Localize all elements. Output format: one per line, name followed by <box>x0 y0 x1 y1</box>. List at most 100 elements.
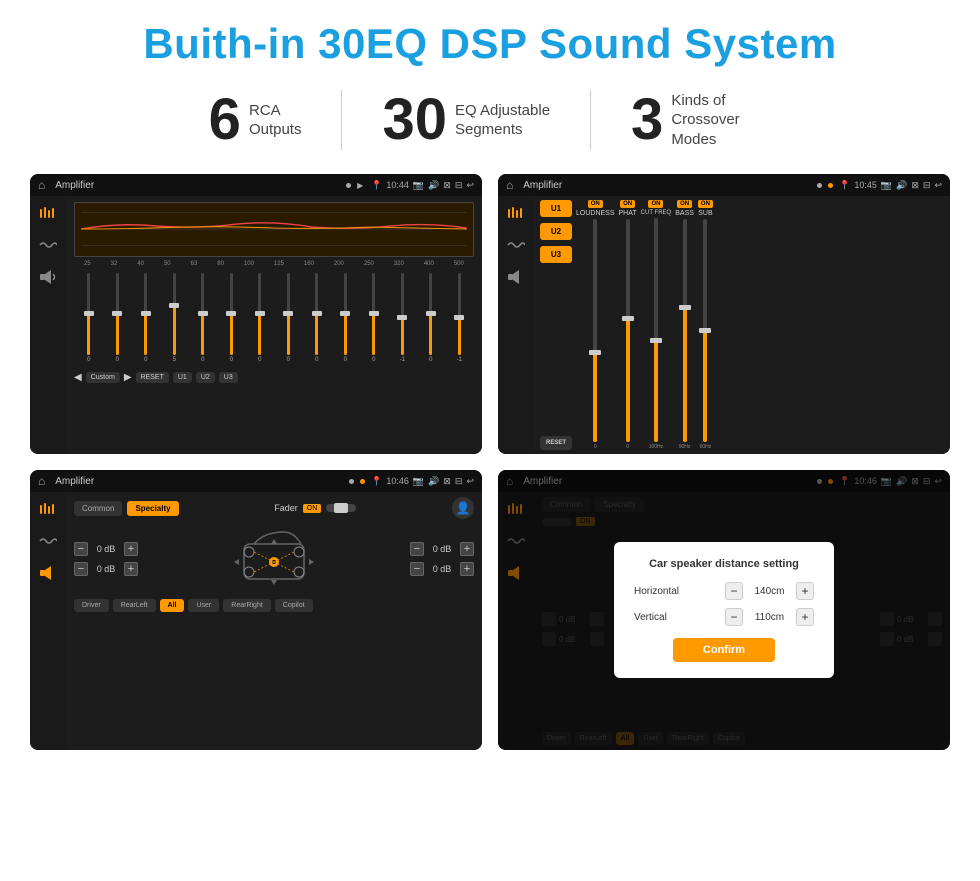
eq-slider-8[interactable]: 0 <box>276 273 302 363</box>
db-control-4: − 0 dB + <box>410 562 474 576</box>
dialog-horizontal-row: Horizontal − 140cm + <box>634 582 814 600</box>
dialog-horizontal-plus[interactable]: + <box>796 582 814 600</box>
eq-slider-10[interactable]: 0 <box>333 273 359 363</box>
cross-sub-slider[interactable] <box>703 219 707 442</box>
eq-bottom-bar: ◀ Custom ▶ RESET U1 U2 U3 <box>74 367 474 387</box>
fader-screen-content: Common Specialty Fader ON 👤 <box>30 492 482 750</box>
fader-back-icon[interactable]: ↩ <box>466 476 474 487</box>
screen-crossover: ⌂ Amplifier 📍 10:45 📷 🔊 ⊠ ⊟ ↩ <box>498 174 950 454</box>
stat-eq: 30 EQ Adjustable Segments <box>342 91 590 149</box>
eq-slider-9[interactable]: 0 <box>304 273 330 363</box>
db-minus-1[interactable]: − <box>74 542 88 556</box>
eq-u1-btn[interactable]: U1 <box>173 372 192 383</box>
back-icon[interactable]: ↩ <box>466 180 474 191</box>
eq-next-btn[interactable]: ▶ <box>124 372 132 383</box>
eq-slider-13[interactable]: 0 <box>418 273 444 363</box>
fader-volume-icon: 🔊 <box>428 476 439 487</box>
crossover-u1-btn[interactable]: U1 <box>540 200 572 217</box>
stat-number-rca: 6 <box>209 91 241 149</box>
eq-slider-2[interactable]: 0 <box>105 273 131 363</box>
fader-specialty-tab[interactable]: Specialty <box>127 501 178 516</box>
cross-phat-slider[interactable] <box>626 219 630 442</box>
fader-eq-icon[interactable] <box>37 500 59 518</box>
dialog-vertical-plus[interactable]: + <box>796 608 814 626</box>
eq-slider-3[interactable]: 0 <box>133 273 159 363</box>
cross-speaker-icon[interactable] <box>505 268 527 286</box>
dialog-horizontal-minus[interactable]: − <box>725 582 743 600</box>
dialog-overlay: Car speaker distance setting Horizontal … <box>498 470 950 750</box>
eq-slider-6[interactable]: 0 <box>219 273 245 363</box>
fader-user-btn[interactable]: User <box>188 599 219 612</box>
db-plus-2[interactable]: + <box>124 562 138 576</box>
cross-sub-on: ON <box>698 200 713 208</box>
cross-loudness-label: LOUDNESS <box>576 210 615 217</box>
fader-driver-btn[interactable]: Driver <box>74 599 109 612</box>
camera-icon: 📷 <box>413 180 424 191</box>
screen-dialog: ⌂ Amplifier 📍 10:46 📷 🔊 ⊠ ⊟ ↩ <box>498 470 950 750</box>
db-plus-1[interactable]: + <box>124 542 138 556</box>
speaker-distance-dialog: Car speaker distance setting Horizontal … <box>614 542 834 678</box>
fader-home-icon[interactable]: ⌂ <box>38 474 45 488</box>
eq-u2-btn[interactable]: U2 <box>196 372 215 383</box>
eq-reset-btn[interactable]: RESET <box>136 372 169 383</box>
db-minus-4[interactable]: − <box>410 562 424 576</box>
screen-fader: ⌂ Amplifier 📍 10:46 📷 🔊 ⊠ ⊟ ↩ <box>30 470 482 750</box>
eq-slider-7[interactable]: 0 <box>247 273 273 363</box>
eq-slider-12[interactable]: -1 <box>390 273 416 363</box>
fader-common-tab[interactable]: Common <box>74 501 122 516</box>
crossover-u3-btn[interactable]: U3 <box>540 246 572 263</box>
fader-dot1 <box>349 479 354 484</box>
crossover-u2-btn[interactable]: U2 <box>540 223 572 240</box>
eq-slider-11[interactable]: 0 <box>361 273 387 363</box>
cross-wave-icon[interactable] <box>505 236 527 254</box>
cross-sub-label: SUB <box>698 210 712 217</box>
cross-status-icons: 📍 10:45 📷 🔊 ⊠ ⊟ ↩ <box>839 180 942 191</box>
fader-wave-icon[interactable] <box>37 532 59 550</box>
eq-slider-1[interactable]: 0 <box>76 273 102 363</box>
dialog-confirm-button[interactable]: Confirm <box>673 638 775 662</box>
battery-icon: ⊟ <box>455 180 463 191</box>
stat-label-rca: RCA Outputs <box>249 101 302 140</box>
waveform-icon[interactable] <box>37 236 59 254</box>
db-plus-4[interactable]: + <box>460 562 474 576</box>
cross-home-icon[interactable]: ⌂ <box>506 178 513 192</box>
cross-loudness-slider[interactable] <box>593 219 597 442</box>
play-icon: ▶ <box>357 181 365 189</box>
eq-slider-4[interactable]: 5 <box>162 273 188 363</box>
dialog-vertical-minus[interactable]: − <box>725 608 743 626</box>
fader-all-btn[interactable]: All <box>160 599 185 612</box>
fader-rearright-btn[interactable]: RearRight <box>223 599 271 612</box>
crossover-reset-btn[interactable]: RESET <box>540 436 572 450</box>
cross-phat-label: PHAT <box>619 210 637 217</box>
screens-grid: ⌂ Amplifier ▶ 📍 10:44 📷 🔊 ⊠ ⊟ ↩ <box>30 174 950 750</box>
fader-bottom-btns: Driver RearLeft All User RearRight Copil… <box>74 599 474 612</box>
db-val-2: 0 dB <box>91 564 121 574</box>
fader-rearleft-btn[interactable]: RearLeft <box>113 599 156 612</box>
eq-custom-btn[interactable]: Custom <box>86 372 120 383</box>
cross-back-icon[interactable]: ↩ <box>934 180 942 191</box>
eq-prev-btn[interactable]: ◀ <box>74 372 82 383</box>
dot-icon <box>346 183 351 188</box>
cross-cutfreq-label: CUT FREQ <box>641 210 672 216</box>
fader-speaker-icon[interactable] <box>37 564 59 582</box>
home-icon[interactable]: ⌂ <box>38 178 45 192</box>
db-control-2: − 0 dB + <box>74 562 138 576</box>
fader-slider-h[interactable] <box>326 504 356 512</box>
db-plus-3[interactable]: + <box>460 542 474 556</box>
cross-bass-slider[interactable] <box>683 219 687 442</box>
dialog-vertical-row: Vertical − 110cm + <box>634 608 814 626</box>
speaker-icon[interactable] <box>37 268 59 286</box>
fader-dot2 <box>360 479 365 484</box>
db-minus-3[interactable]: − <box>410 542 424 556</box>
stat-crossover: 3 Kinds of Crossover Modes <box>591 91 811 150</box>
cross-eq-icon[interactable] <box>505 204 527 222</box>
db-minus-2[interactable]: − <box>74 562 88 576</box>
stats-row: 6 RCA Outputs 30 EQ Adjustable Segments … <box>30 90 950 150</box>
cross-cutfreq-slider[interactable] <box>654 218 658 442</box>
fader-copilot-btn[interactable]: Copilot <box>275 599 313 612</box>
eq-slider-14[interactable]: -1 <box>447 273 473 363</box>
eq-icon[interactable] <box>37 204 59 222</box>
eq-slider-5[interactable]: 0 <box>190 273 216 363</box>
eq-u3-btn[interactable]: U3 <box>219 372 238 383</box>
db-val-1: 0 dB <box>91 544 121 554</box>
